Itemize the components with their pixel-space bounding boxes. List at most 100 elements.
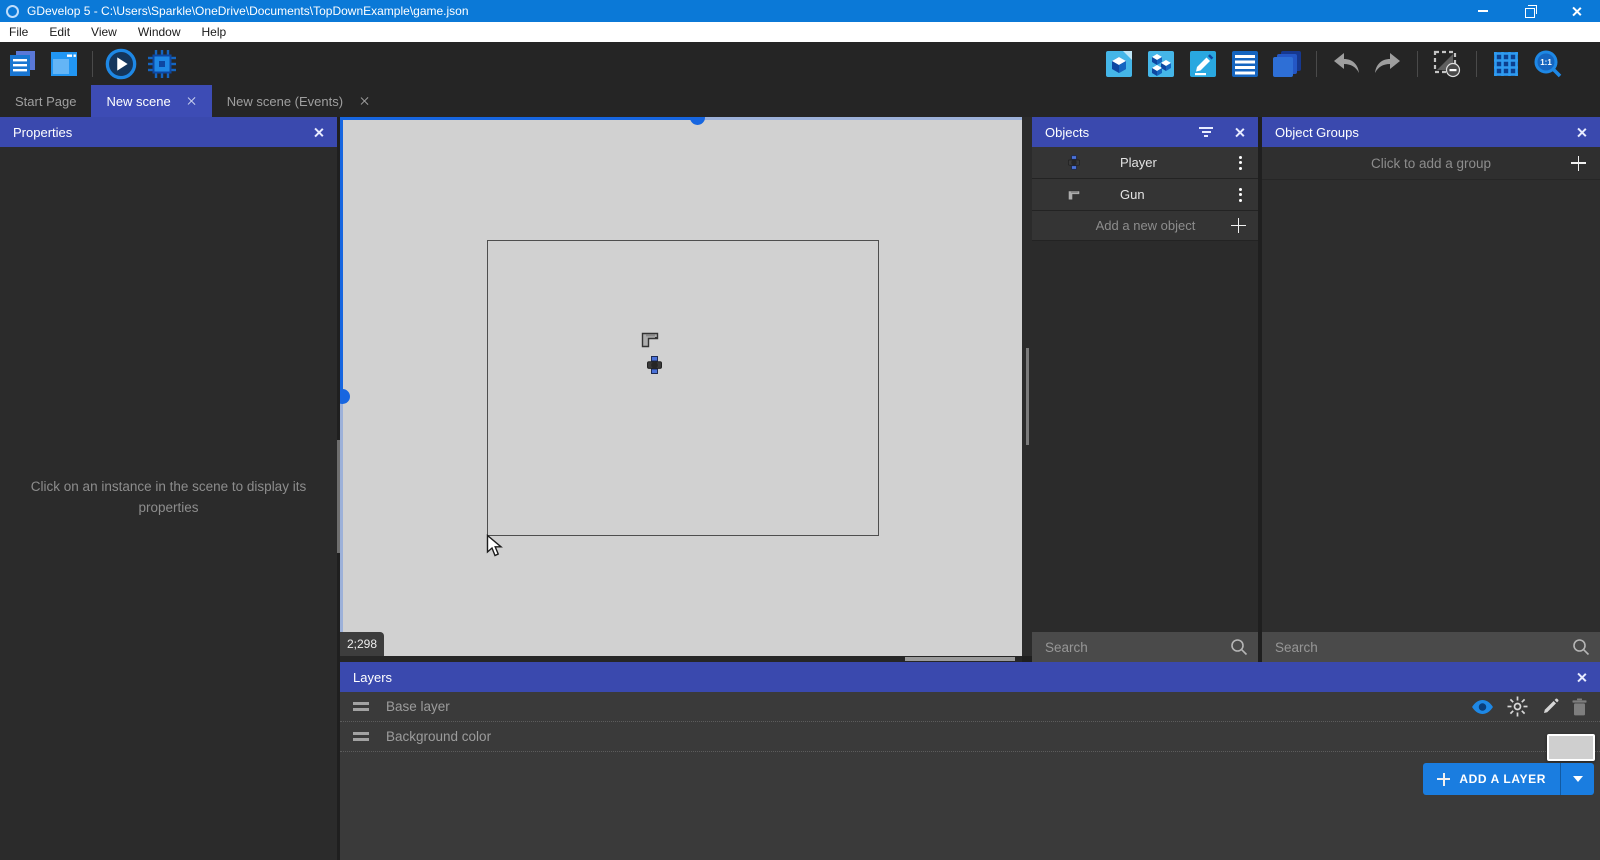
panel-title: Object Groups [1275, 124, 1359, 140]
tab-new-scene-events[interactable]: New scene (Events) [212, 85, 384, 117]
object-groups-panel-icon[interactable] [1145, 47, 1177, 81]
layers-panel-icon[interactable] [1271, 47, 1303, 81]
redo-icon[interactable] [1372, 47, 1404, 81]
add-object-label: Add a new object [1095, 218, 1196, 233]
object-name: Player [1120, 155, 1157, 170]
toolbar-separator [1316, 50, 1317, 77]
toolbar-separator [1417, 50, 1418, 77]
scene-canvas[interactable]: 2;298 [340, 117, 1022, 656]
object-groups-panel: Object Groups Click to add a group [1262, 117, 1600, 662]
groups-search-bar [1262, 632, 1600, 662]
objects-panel-icon[interactable] [1103, 47, 1135, 81]
layer-row-background-color[interactable]: Background color [340, 722, 1600, 752]
add-icon [1571, 155, 1586, 171]
minimize-button[interactable] [1459, 0, 1506, 22]
add-group-row[interactable]: Click to add a group [1262, 147, 1600, 180]
visibility-eye-icon[interactable] [1471, 699, 1494, 715]
edit-pencil-icon[interactable] [1541, 698, 1559, 716]
object-menu-icon[interactable] [1233, 186, 1248, 204]
instances-list-icon[interactable] [1229, 47, 1261, 81]
gdevelop-window: GDevelop 5 - C:\Users\Sparkle\OneDrive\D… [0, 0, 1600, 860]
properties-panel: Properties Click on an instance in the s… [0, 117, 337, 860]
gdevelop-logo-icon [6, 4, 19, 18]
menu-help[interactable]: Help [201, 22, 237, 42]
project-window-icon[interactable] [48, 47, 80, 81]
objects-panel: Objects Player Gun Add a new object Sear… [1032, 117, 1258, 662]
layer-row-base[interactable]: Base layer [340, 692, 1600, 722]
menu-file[interactable]: File [8, 22, 38, 42]
panel-close-icon[interactable] [1234, 127, 1245, 138]
drag-handle-icon[interactable] [353, 702, 369, 711]
toolbar-right-group: 1:1 [1103, 47, 1564, 81]
player-instance[interactable] [647, 356, 662, 379]
selection-edge-top-light [697, 117, 1022, 120]
player-object-icon [1064, 155, 1084, 170]
panel-close-icon[interactable] [313, 127, 324, 138]
panel-title: Properties [13, 124, 73, 140]
menu-view[interactable]: View [90, 22, 127, 42]
scrollbar-thumb[interactable] [905, 657, 1015, 661]
mouse-cursor [486, 534, 504, 563]
layer-effects-icon[interactable] [1507, 696, 1528, 717]
tab-label: New scene (Events) [226, 93, 344, 109]
properties-panel-icon[interactable] [1187, 47, 1219, 81]
add-icon [1437, 772, 1451, 786]
window-mask-icon[interactable] [1431, 47, 1463, 81]
tab-start-page[interactable]: Start Page [0, 85, 91, 117]
tab-new-scene[interactable]: New scene [91, 85, 212, 117]
gun-instance[interactable] [641, 331, 659, 354]
object-groups-panel-header: Object Groups [1262, 117, 1600, 147]
undo-icon[interactable] [1330, 47, 1362, 81]
add-group-label: Click to add a group [1370, 155, 1492, 171]
object-row-player[interactable]: Player [1032, 147, 1258, 179]
panel-title: Layers [353, 669, 393, 685]
window-title: GDevelop 5 - C:\Users\Sparkle\OneDrive\D… [27, 4, 469, 18]
restore-icon [1524, 4, 1537, 18]
filter-icon[interactable] [1198, 127, 1214, 137]
layers-panel: Layers Base layer Background color ADD A… [340, 662, 1600, 860]
panel-close-icon[interactable] [1576, 127, 1587, 138]
close-button[interactable] [1553, 0, 1600, 22]
layers-panel-header: Layers [340, 662, 1600, 692]
window-controls [1459, 0, 1600, 22]
toolbar-separator [92, 50, 93, 77]
tab-close-icon[interactable] [359, 96, 369, 106]
preview-play-icon[interactable] [105, 47, 137, 81]
cursor-position-badge: 2;298 [340, 632, 385, 656]
menu-edit[interactable]: Edit [48, 22, 80, 42]
search-icon [1231, 639, 1248, 656]
panel-close-icon[interactable] [1576, 672, 1587, 683]
restore-button[interactable] [1506, 0, 1553, 22]
layer-name: Base layer [386, 699, 450, 714]
groups-search-input[interactable] [1262, 639, 1572, 655]
grid-icon[interactable] [1490, 47, 1522, 81]
zoom-1to1-icon[interactable]: 1:1 [1532, 47, 1564, 81]
add-layer-label: ADD A LAYER [1459, 772, 1546, 786]
tab-close-icon[interactable] [187, 96, 197, 106]
debug-icon[interactable] [146, 47, 178, 81]
properties-panel-header: Properties [0, 117, 337, 147]
menu-window[interactable]: Window [137, 22, 191, 42]
add-object-row[interactable]: Add a new object [1032, 211, 1258, 241]
resize-handle-top[interactable] [690, 117, 705, 125]
background-color-swatch[interactable] [1547, 734, 1595, 761]
properties-empty-message: Click on an instance in the scene to dis… [30, 479, 307, 515]
object-row-gun[interactable]: Gun [1032, 179, 1258, 211]
toolbar-left-group [7, 47, 178, 81]
object-menu-icon[interactable] [1233, 154, 1248, 172]
resize-handle-left[interactable] [340, 389, 350, 404]
objects-search-bar [1032, 632, 1258, 662]
add-layer-button[interactable]: ADD A LAYER [1423, 763, 1594, 795]
drag-handle-icon[interactable] [353, 732, 369, 741]
close-icon [1571, 6, 1582, 17]
delete-trash-icon[interactable] [1572, 698, 1587, 716]
canvas-vscrollbar [1022, 117, 1032, 656]
add-layer-dropdown[interactable] [1560, 763, 1594, 795]
project-manager-icon[interactable] [7, 47, 39, 81]
objects-search-input[interactable] [1032, 639, 1230, 655]
objects-panel-header: Objects [1032, 117, 1258, 147]
menubar: File Edit View Window Help [0, 22, 1600, 42]
add-layer-button-main[interactable]: ADD A LAYER [1423, 763, 1560, 795]
gun-object-icon [1064, 188, 1084, 202]
scrollbar-thumb[interactable] [1026, 348, 1029, 445]
